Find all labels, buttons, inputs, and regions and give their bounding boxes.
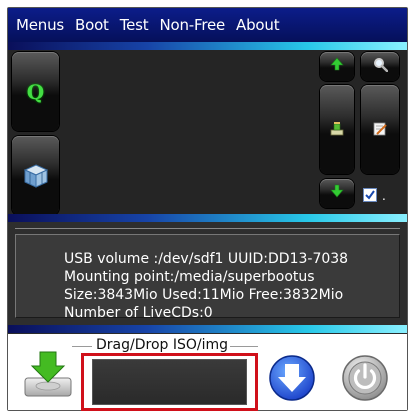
arrow-up-icon (330, 57, 344, 71)
drop-frame-line-left (72, 346, 92, 347)
stripe-top (8, 42, 407, 50)
edit-note-icon (373, 122, 387, 136)
stripe-middle (8, 214, 407, 222)
edit-button[interactable] (361, 85, 399, 174)
menu-bar: Menus Boot Test Non-Free About (8, 8, 407, 42)
drop-frame-line-right (230, 346, 258, 347)
install-to-usb-button[interactable] (268, 354, 316, 402)
menu-test[interactable]: Test (120, 16, 149, 34)
menu-non-free[interactable]: Non-Free (159, 16, 225, 34)
install-disk-icon (330, 122, 344, 136)
add-iso-button[interactable] (22, 348, 74, 400)
search-button[interactable] (361, 52, 399, 81)
bottom-bar: Drag/Drop ISO/img (8, 334, 407, 411)
mount-point-text: Mounting point:/media/superbootus (64, 269, 315, 285)
usb-info-panel: USB volume :/dev/sdf1 UUID:DD13-7038 Mou… (15, 234, 400, 321)
checkbox-label: . (382, 189, 386, 203)
drop-zone-inner (92, 359, 247, 405)
blue-down-arrow-icon (269, 355, 315, 401)
checkmark-icon (365, 190, 375, 200)
magnifier-icon (373, 58, 388, 72)
move-up-button[interactable] (320, 52, 354, 81)
drop-zone-label: Drag/Drop ISO/img (94, 337, 231, 353)
divider (15, 228, 400, 229)
quit-button[interactable] (341, 354, 389, 402)
usb-volume-text: USB volume :/dev/sdf1 UUID:DD13-7038 (64, 251, 349, 267)
menu-about[interactable]: About (236, 16, 280, 34)
q-letter-icon: Q (26, 79, 45, 104)
power-icon (342, 355, 388, 401)
arrow-down-icon (330, 184, 344, 198)
size-text: Size:3843Mio Used:11Mio Free:3832Mio (64, 287, 344, 303)
qemu-button[interactable]: Q (12, 52, 59, 131)
move-down-button[interactable] (320, 179, 354, 208)
livecd-count-text: Number of LiveCDs:0 (64, 305, 213, 321)
app-window: Menus Boot Test Non-Free About Q . USB v… (7, 7, 408, 411)
menu-boot[interactable]: Boot (75, 16, 109, 34)
virtualbox-cube-icon (23, 163, 48, 188)
drop-zone[interactable] (81, 353, 258, 411)
download-to-disk-icon (24, 351, 72, 397)
virtualbox-button[interactable] (12, 136, 59, 215)
option-checkbox[interactable] (363, 188, 377, 202)
menu-menus[interactable]: Menus (16, 16, 64, 34)
stripe-bottom (8, 325, 407, 333)
install-button[interactable] (320, 85, 354, 174)
